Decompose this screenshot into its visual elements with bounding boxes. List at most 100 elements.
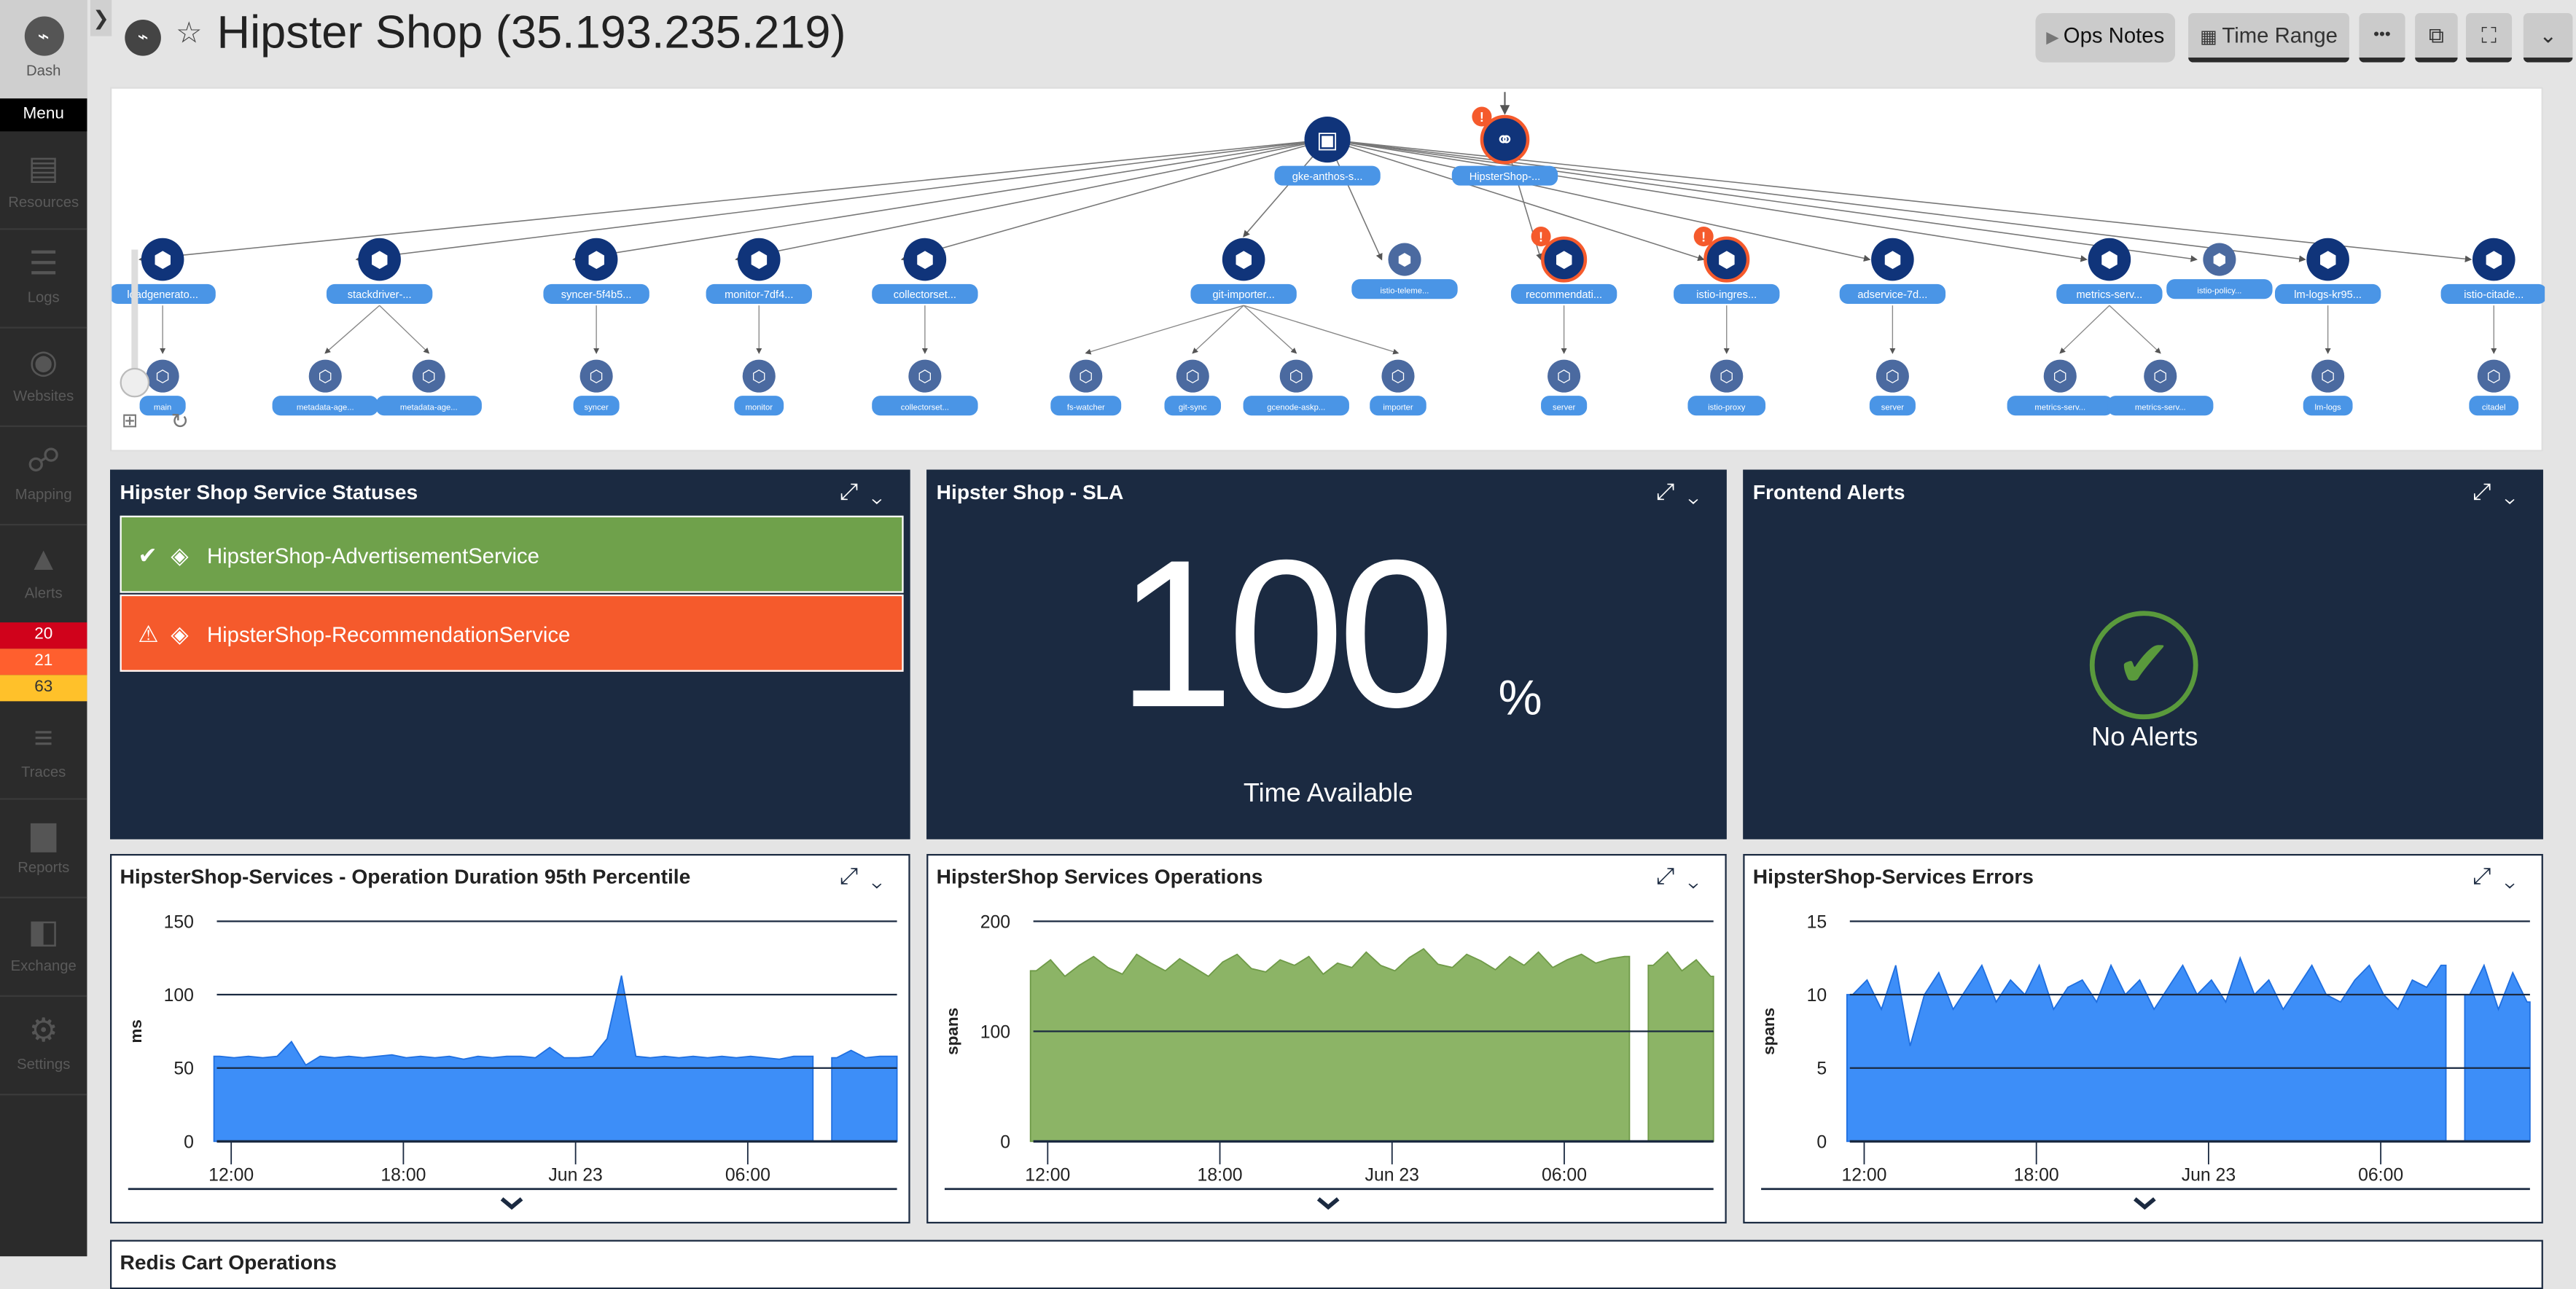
topology-node-pod[interactable]: ⬡ citadel	[2469, 359, 2519, 416]
sidebar-item-traces[interactable]: ≡ Traces	[0, 705, 87, 800]
time-range-button[interactable]: ▦ Time Range	[2188, 13, 2349, 63]
topology-node-deployment[interactable]: ⬢loadgenerato...	[109, 238, 216, 304]
topology-node-pod[interactable]: ⬡ syncer	[573, 359, 620, 416]
svg-text:!: !	[1701, 230, 1706, 244]
topology-node-pod[interactable]: ⬡ istio-proxy	[1687, 359, 1766, 416]
x-tick-label: 12:00	[1025, 1165, 1070, 1185]
topology-node-pod[interactable]: ⬡ git-sync	[1164, 359, 1222, 416]
topology-node-pod[interactable]: ⬡ collectorset...	[872, 359, 978, 416]
zoom-slider-handle[interactable]	[120, 367, 150, 398]
fullscreen-button[interactable]: ⛶	[2465, 13, 2513, 63]
favorite-star-icon[interactable]: ☆	[176, 17, 202, 51]
expand-icon[interactable]: ⤢	[840, 478, 871, 504]
topology-node-deployment[interactable]: ⬢! recommendati...	[1510, 227, 1617, 304]
alert-count-error[interactable]: 21	[0, 649, 87, 675]
server-icon: ▤	[28, 151, 60, 187]
legend-toggle-chevron-icon[interactable]	[2134, 1197, 2156, 1210]
sidebar-item-label: Websites	[13, 387, 74, 404]
sidebar-item-reports[interactable]: ▆ Reports	[0, 800, 87, 898]
topology-node-deployment[interactable]: ⬢ metrics-serv...	[2056, 238, 2163, 304]
topology-node-deployment[interactable]: ⬢ collectorset...	[872, 238, 978, 304]
topology-node-pod[interactable]: ⬡ lm-logs	[2303, 359, 2353, 416]
node-label: metadata-age...	[297, 403, 354, 412]
topology-node-deployment[interactable]: ⬢ monitor-7df4...	[706, 238, 812, 304]
sidebar-item-alerts[interactable]: ▲ Alerts	[0, 525, 87, 621]
cube-icon: ⬢	[2100, 248, 2119, 272]
topology-node-deployment[interactable]: ⬢ istio-policy...	[2166, 243, 2273, 299]
service-statuses-panel: Hipster Shop Service Statuses ⤢⌄ ✔ ◈ Hipst…	[110, 469, 910, 839]
chart-svg[interactable]: 0 100 200 12:00 18:00 Jun 23 06:00 spans	[928, 855, 1728, 1225]
sidebar-item-websites[interactable]: ◉ Websites	[0, 329, 87, 427]
check-circle-icon: ✔	[2089, 611, 2198, 720]
node-label: metrics-serv...	[2034, 403, 2085, 412]
x-tick-label: 18:00	[1198, 1165, 1243, 1185]
expand-icon[interactable]: ⤢	[1656, 478, 1687, 504]
y-tick-label: 50	[173, 1059, 194, 1079]
edge	[900, 138, 1328, 262]
sidebar-item-mapping[interactable]: ☍ Mapping	[0, 427, 87, 526]
topology-node-deployment[interactable]: ⬢ git-importer...	[1190, 238, 1297, 304]
x-tick-label: 12:00	[1841, 1165, 1886, 1185]
zoom-slider-track[interactable]	[131, 249, 138, 381]
more-options-button[interactable]: •••	[2359, 13, 2405, 63]
layout-icon[interactable]: ⊞	[122, 409, 138, 432]
sidebar-collapse-button[interactable]: ❯	[90, 0, 112, 36]
topology-node-pod[interactable]: ⬡ fs-watcher	[1050, 359, 1122, 416]
topology-graph[interactable]: ▣ gke-anthos-s... ⚭! HipsterShop-... ⬢loadge…	[109, 89, 2547, 453]
node-label: lm-logs-kr95...	[2294, 289, 2362, 301]
sidebar-item-exchange[interactable]: ◧ Exchange	[0, 898, 87, 998]
menu-button[interactable]: Menu	[0, 98, 87, 132]
cube-icon: ⬢	[587, 248, 606, 272]
sidebar-item-settings[interactable]: ⚙ Settings	[0, 997, 87, 1096]
cube-icon: ⬢	[153, 248, 172, 272]
legend-toggle-chevron-icon[interactable]	[500, 1197, 523, 1210]
status-row-recommendation[interactable]: ⚠ ◈ HipsterShop-RecommendationService	[120, 594, 904, 672]
expand-menu-button[interactable]: ⌄	[2523, 13, 2573, 63]
topology-node-pod[interactable]: ⬡ metrics-serv...	[2107, 359, 2214, 416]
topology-node-deployment[interactable]: ⬢! istio-ingres...	[1674, 227, 1780, 304]
node-label: istio-policy...	[2197, 286, 2241, 295]
chevron-down-icon[interactable]: ⌄	[1688, 478, 1712, 504]
slideshow-button[interactable]: ⧉	[2415, 13, 2458, 63]
series-area	[1846, 956, 2447, 1143]
series-area	[831, 1049, 898, 1143]
chevron-down-icon[interactable]: ⌄	[2505, 478, 2529, 504]
sidebar-item-resources[interactable]: ▤ Resources	[0, 135, 87, 230]
topology-node-pod[interactable]: ⬡ monitor	[734, 359, 784, 416]
chart-svg[interactable]: 0 50 100 150 12:00 18:00 Jun 23 06:00 ms	[112, 855, 912, 1225]
topology-node-pod[interactable]: ⬡ server	[1541, 359, 1588, 416]
cube-icon: ⬢	[1397, 251, 1412, 269]
traces-icon: ≡	[34, 721, 53, 758]
topology-node-deployment[interactable]: ⬢ istio-teleme...	[1351, 243, 1458, 299]
topology-node-deployment[interactable]: ⬢ syncer-5f4b5...	[543, 238, 649, 304]
chevron-down-icon[interactable]: ⌄	[871, 478, 895, 504]
series-area	[213, 975, 814, 1143]
topology-node-service[interactable]: ⚭! HipsterShop-...	[1451, 106, 1558, 186]
cube-icon: ⬢	[1884, 248, 1902, 272]
status-row-advertisement[interactable]: ✔ ◈ HipsterShop-AdvertisementService	[120, 515, 904, 593]
topology-node-deployment[interactable]: ⬢ istio-citade...	[2440, 238, 2547, 304]
topology-node-pod[interactable]: ⬡ importer	[1370, 359, 1426, 416]
ops-notes-button[interactable]: ▶ Ops Notes	[2035, 13, 2176, 63]
alert-count-critical[interactable]: 20	[0, 622, 87, 649]
sidebar-item-logs[interactable]: ☰ Logs	[0, 230, 87, 329]
topology-node-deployment[interactable]: ⬢ adservice-7d...	[1839, 238, 1946, 304]
reports-icon: ▆	[31, 816, 57, 853]
sidebar-item-label: Settings	[17, 1056, 71, 1073]
refresh-icon[interactable]: ↻	[171, 409, 189, 435]
legend-toggle-chevron-icon[interactable]	[1316, 1197, 1340, 1210]
topology-node-pod[interactable]: ⬡ metadata-age...	[375, 359, 482, 416]
topology-node-pod[interactable]: ⬡ metrics-serv...	[2007, 359, 2113, 416]
topology-node-pod[interactable]: ⬡ metadata-age...	[272, 359, 378, 416]
expand-icon[interactable]: ⤢	[2472, 478, 2504, 504]
cube-icon: ⬡	[589, 367, 604, 385]
chart-svg[interactable]: 0 5 10 15 12:00 18:00 Jun 23 06:00 spans	[1745, 855, 2545, 1225]
node-label: main	[154, 403, 171, 412]
topology-node-deployment[interactable]: ⬢ stackdriver-...	[326, 238, 433, 304]
panel-title: Redis Cart Operations	[120, 1251, 337, 1274]
topology-node-pod[interactable]: ⬡ gcenode-askp...	[1243, 359, 1349, 416]
sidebar-dash[interactable]: ⌁ Dash	[0, 0, 87, 99]
node-label: syncer-5f4b5...	[561, 289, 632, 301]
topology-node-pod[interactable]: ⬡ server	[1869, 359, 1916, 416]
alert-count-warning[interactable]: 63	[0, 675, 87, 702]
